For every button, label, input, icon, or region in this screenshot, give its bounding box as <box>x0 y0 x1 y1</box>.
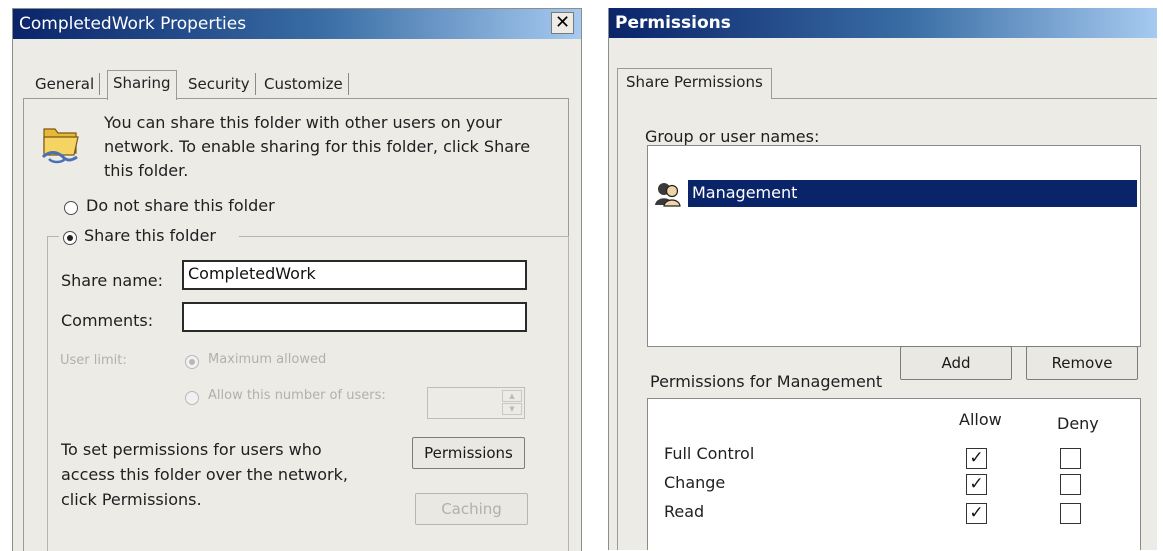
tab-customize[interactable]: Customize <box>259 73 349 95</box>
caching-button[interactable]: Caching <box>415 493 528 525</box>
properties-title-bar[interactable]: CompletedWork Properties ✕ <box>13 9 581 39</box>
properties-dialog: CompletedWork Properties ✕ General Shari… <box>12 8 582 551</box>
radio-do-not-share-label[interactable]: Do not share this folder <box>86 196 275 215</box>
column-allow: Allow <box>959 410 1002 429</box>
shared-folder-icon <box>41 117 81 165</box>
share-folder-legend: Share this folder <box>59 224 239 250</box>
deny-change-checkbox[interactable] <box>1060 474 1081 495</box>
add-button[interactable]: Add <box>900 346 1012 380</box>
tab-security[interactable]: Security <box>183 73 256 95</box>
user-name-management: Management <box>692 183 798 202</box>
deny-read-checkbox[interactable] <box>1060 503 1081 524</box>
allow-change-checkbox[interactable]: ✓ <box>966 474 987 495</box>
sharing-info-line-1: You can share this folder with other use… <box>104 113 502 132</box>
close-icon: ✕ <box>554 12 571 33</box>
deny-full-control-checkbox[interactable] <box>1060 448 1081 469</box>
permissions-button[interactable]: Permissions <box>412 437 525 469</box>
spinner-up-icon[interactable]: ▲ <box>502 390 522 402</box>
permission-change: Change <box>664 473 726 492</box>
allow-number-label[interactable]: Allow this number of users: <box>208 388 386 403</box>
spinner-down-icon[interactable]: ▼ <box>502 403 522 415</box>
tab-general[interactable]: General <box>30 73 101 95</box>
column-deny: Deny <box>1057 414 1099 433</box>
radio-allow-number[interactable] <box>185 391 199 405</box>
permissions-table: Allow Deny Full Control ✓ Change ✓ Read … <box>647 398 1141 550</box>
permissions-info-line-2: access this folder over the network, <box>61 465 348 484</box>
close-button[interactable]: ✕ <box>551 12 574 34</box>
comments-label: Comments: <box>61 311 154 330</box>
allow-read-checkbox[interactable]: ✓ <box>966 503 987 524</box>
properties-title: CompletedWork Properties <box>19 14 247 34</box>
maximum-allowed-label[interactable]: Maximum allowed <box>208 352 326 367</box>
permissions-title: Permissions <box>615 13 731 33</box>
radio-maximum-allowed[interactable] <box>185 355 199 369</box>
permissions-info-line-3: click Permissions. <box>61 490 202 509</box>
permissions-for-label: Permissions for Management <box>650 372 883 391</box>
permissions-title-bar[interactable]: Permissions <box>609 8 1157 38</box>
group-or-user-names-label: Group or user names: <box>645 127 820 146</box>
list-item-management[interactable]: Management <box>650 180 1137 208</box>
permission-read: Read <box>664 502 705 521</box>
tab-sharing[interactable]: Sharing <box>107 70 177 100</box>
share-name-input[interactable]: CompletedWork <box>182 260 527 290</box>
share-name-label: Share name: <box>61 271 164 290</box>
permissions-dialog: Permissions Share Permissions Group or u… <box>608 8 1157 550</box>
radio-share-this-folder-label[interactable]: Share this folder <box>84 226 216 245</box>
radio-do-not-share[interactable] <box>64 201 78 215</box>
user-limit-label: User limit: <box>60 353 127 368</box>
user-group-icon <box>654 181 682 207</box>
tab-share-permissions[interactable]: Share Permissions <box>617 68 772 99</box>
sharing-info-line-2: network. To enable sharing for this fold… <box>104 137 531 156</box>
comments-input[interactable] <box>182 302 527 332</box>
user-list[interactable]: Management <box>647 145 1141 347</box>
sharing-info-line-3: this folder. <box>104 161 189 180</box>
user-count-spinner[interactable]: ▲ ▼ <box>427 387 525 419</box>
permissions-info-line-1: To set permissions for users who <box>61 440 322 459</box>
remove-button[interactable]: Remove <box>1026 346 1138 380</box>
radio-share-this-folder[interactable] <box>63 231 77 245</box>
allow-full-control-checkbox[interactable]: ✓ <box>966 448 987 469</box>
permission-full-control: Full Control <box>664 444 755 463</box>
spinner-arrows[interactable]: ▲ ▼ <box>502 390 522 416</box>
